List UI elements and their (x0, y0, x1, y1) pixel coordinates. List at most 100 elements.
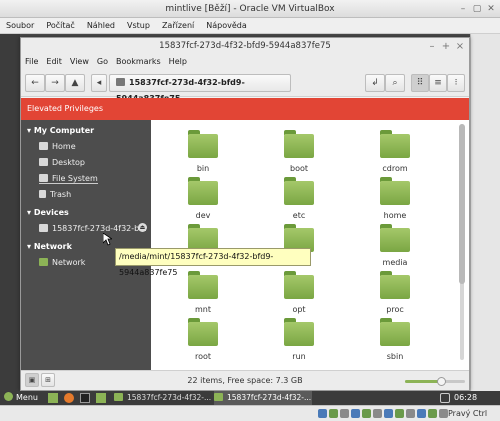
taskbar-item-label: 15837fcf-273d-4f32-... (127, 393, 212, 402)
vbox-menu-pocitac[interactable]: Počítač (40, 18, 81, 34)
folder-item[interactable]: dev (173, 177, 233, 227)
search-button[interactable]: ⌕ (385, 74, 405, 92)
folder-item[interactable]: boot (269, 130, 329, 180)
zoom-slider-fill (405, 380, 441, 383)
optical-icon[interactable] (329, 409, 338, 418)
status-bar: ▣ ⊞ 22 items, Free space: 7.3 GB (21, 370, 469, 390)
scrollbar-thumb[interactable] (459, 124, 465, 284)
folder-label: run (292, 352, 306, 361)
zoom-slider[interactable] (405, 377, 465, 386)
taskbar-item-active[interactable]: 15837fcf-273d-4f32-... (214, 391, 312, 405)
folder-item[interactable]: sbin (365, 318, 425, 368)
sidebar-section-network[interactable]: ▾ Network (27, 242, 72, 251)
menu-button[interactable]: Menu (4, 392, 38, 404)
sidebar-item-file-system[interactable]: File System (39, 174, 98, 184)
zoom-slider-handle[interactable] (437, 377, 446, 386)
sidebar-item-network[interactable]: Network (39, 258, 85, 267)
arrow-up-icon: ▲ (71, 78, 79, 88)
cpu-icon[interactable] (417, 409, 426, 418)
folder-item[interactable]: opt (269, 271, 329, 321)
terminal-icon[interactable] (80, 393, 90, 403)
network-tray-icon[interactable] (440, 393, 450, 403)
path-toggle-button[interactable]: ◂ (91, 74, 107, 92)
sidebar-section-my-computer[interactable]: ▾ My Computer (27, 126, 94, 135)
folder-item[interactable]: home (365, 177, 425, 227)
eject-icon[interactable]: ⏏ (138, 223, 147, 232)
folder-item[interactable]: mnt (173, 271, 233, 321)
folder-icon (188, 177, 218, 205)
vbox-menu-vstup[interactable]: Vstup (121, 18, 156, 34)
folder-label: mnt (195, 305, 211, 314)
folder-item[interactable]: proc (365, 271, 425, 321)
vbox-menu-napoveda[interactable]: Nápověda (200, 18, 253, 34)
up-button[interactable]: ▲ (65, 74, 85, 92)
scrollbar[interactable] (458, 120, 466, 370)
sidebar-item-home[interactable]: Home (39, 142, 76, 151)
display-icon[interactable] (362, 409, 371, 418)
folder-item[interactable]: bin (173, 130, 233, 180)
clock[interactable]: 06:28 (454, 391, 477, 405)
hdd-icon[interactable] (318, 409, 327, 418)
back-button[interactable]: ← (25, 74, 45, 92)
folder-icon (188, 318, 218, 346)
folder-item[interactable]: cdrom (365, 130, 425, 180)
video-capture-icon[interactable] (373, 409, 382, 418)
menu-file[interactable]: File (21, 55, 42, 69)
menu-view[interactable]: View (66, 55, 93, 69)
folder-item[interactable]: root (173, 318, 233, 368)
minimize-icon[interactable]: – (425, 39, 439, 54)
menu-help[interactable]: Help (165, 55, 191, 69)
network-icon[interactable] (384, 409, 393, 418)
folder-item[interactable]: media (365, 224, 425, 274)
folder-body (284, 322, 314, 346)
sidebar-item-trash[interactable]: Trash (39, 190, 71, 199)
folder-item[interactable]: run (269, 318, 329, 368)
vbox-menu-soubor[interactable]: Soubor (0, 18, 40, 34)
close-icon[interactable]: ✕ (484, 2, 498, 16)
mouse-icon[interactable] (395, 409, 404, 418)
vbox-title: mintlive [Běží] - Oracle VM VirtualBox (165, 4, 335, 14)
menu-bookmarks[interactable]: Bookmarks (112, 55, 165, 69)
icon-view-button[interactable]: ⠿ (411, 74, 429, 92)
usb-icon[interactable] (340, 409, 349, 418)
files-icon[interactable] (96, 393, 106, 403)
folder-label: opt (292, 305, 306, 314)
section-label: Network (33, 242, 72, 251)
folder-body (284, 134, 314, 158)
maximize-icon[interactable]: + (439, 39, 453, 54)
home-icon (39, 142, 48, 150)
grid-icon: ⠿ (416, 78, 424, 88)
minimize-icon[interactable]: – (456, 2, 470, 16)
close-icon[interactable]: × (453, 39, 467, 54)
sidebar-item-device[interactable]: 15837fcf-273d-4f32-b... (39, 224, 147, 233)
audio-icon[interactable] (428, 409, 437, 418)
keyboard-icon[interactable] (406, 409, 415, 418)
folder-label: boot (289, 164, 308, 173)
menu-edit[interactable]: Edit (42, 55, 66, 69)
vbox-menu-zarizeni[interactable]: Zařízení (156, 18, 200, 34)
list-view-button[interactable]: ≡ (429, 74, 447, 92)
folder-body (380, 275, 410, 299)
maximize-icon[interactable]: ▢ (470, 2, 484, 16)
path-button[interactable]: 15837fcf-273d-4f32-bfd9-5944a837fe75 (109, 74, 291, 103)
file-view: binbootcdromdevetchomeliblib64mediamntop… (151, 120, 469, 370)
show-desktop-icon[interactable] (48, 393, 58, 403)
folder-body (188, 275, 218, 299)
vbox-menubar: Soubor Počítač Náhled Vstup Zařízení Nápověda (0, 18, 500, 34)
folder-body (380, 228, 410, 252)
sidebar-section-devices[interactable]: ▾ Devices (27, 208, 69, 217)
arrow-icon[interactable] (439, 409, 448, 418)
forward-button[interactable]: → (45, 74, 65, 92)
vbox-menu-nahled[interactable]: Náhled (81, 18, 121, 34)
sidebar-item-desktop[interactable]: Desktop (39, 158, 85, 167)
folder-item[interactable]: etc (269, 177, 329, 227)
firefox-icon[interactable] (64, 393, 74, 403)
chevron-left-icon: ◂ (96, 78, 102, 88)
location-toggle-button[interactable]: ↲ (365, 74, 385, 92)
menu-go[interactable]: Go (93, 55, 112, 69)
shared-folder-icon[interactable] (351, 409, 360, 418)
taskbar-item[interactable]: 15837fcf-273d-4f32-... (114, 391, 212, 405)
window-title: 15837fcf-273d-4f32-bfd9-5944a837fe75 (159, 41, 331, 51)
path-tooltip: /media/mint/15837fcf-273d-4f32-bfd9-5944… (115, 248, 311, 277)
compact-view-button[interactable]: ⁝ (447, 74, 465, 92)
